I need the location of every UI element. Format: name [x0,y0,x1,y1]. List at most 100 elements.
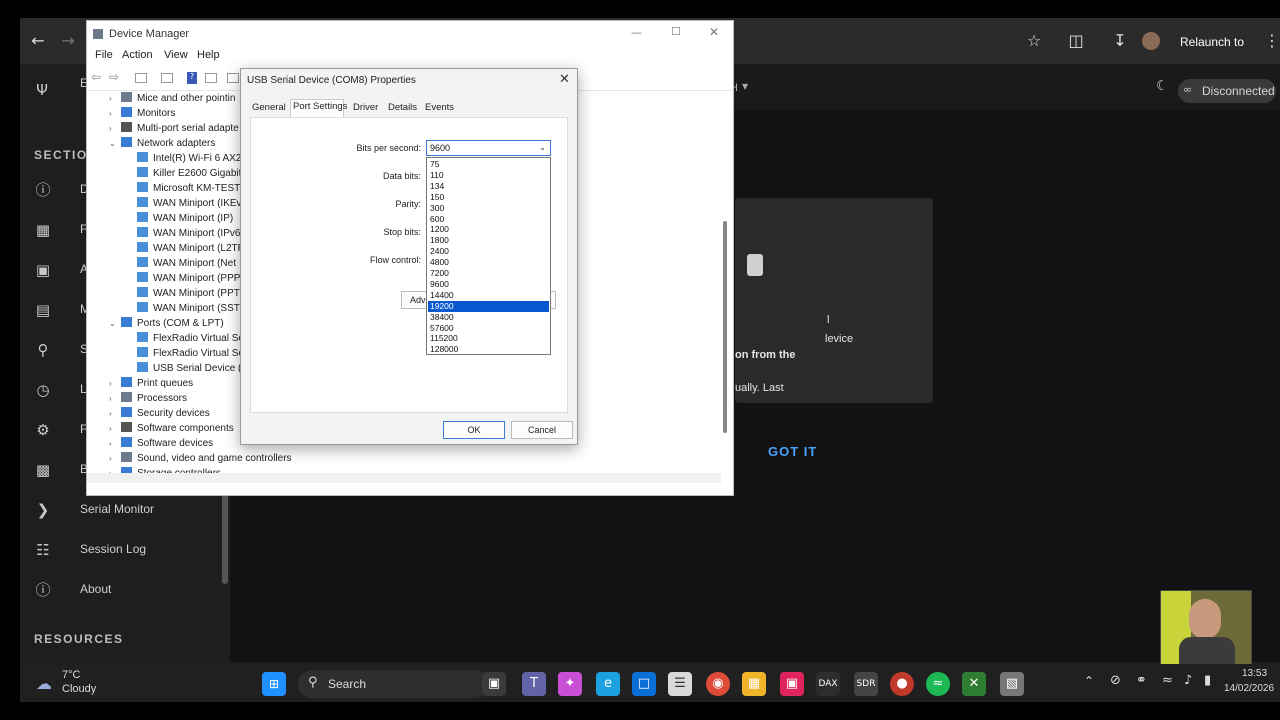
forward-arrow-icon[interactable]: ⇨ [109,70,119,84]
tree-row[interactable]: Microsoft KM-TEST [125,182,240,197]
taskbar-search[interactable]: Search [298,670,488,698]
dax-icon[interactable]: DAX [816,672,840,696]
dialog-close-icon[interactable]: ✕ [559,72,570,87]
forward-icon[interactable]: → [54,27,82,55]
maximize-icon[interactable]: ☐ [671,25,681,38]
bps-option[interactable]: 2400 [428,246,549,257]
connection-status-badge[interactable]: Disconnected [1178,79,1276,103]
bps-option[interactable]: 128000 [428,344,549,355]
ok-button[interactable]: OK [443,421,505,439]
tree-row[interactable]: › Monitors [109,107,175,122]
sdr-icon[interactable]: SDR [854,672,878,696]
notification-off-icon[interactable]: ⊘ [1110,673,1121,688]
device-tree-hscrollbar[interactable] [87,473,721,483]
chevron-down-icon[interactable]: ⌄ [109,319,121,328]
chevron-right-icon[interactable]: › [109,394,121,403]
bps-option[interactable]: 300 [428,203,549,214]
tree-row[interactable]: › Print queues [109,377,193,392]
device-manager-task-icon[interactable]: ▧ [1000,672,1024,696]
sidebar-item[interactable]: Session Log [80,542,146,556]
tree-row[interactable]: WAN Miniport (PPP [125,272,240,287]
menu-view[interactable]: View [164,49,188,61]
menu-help[interactable]: Help [197,49,220,61]
spotify-icon[interactable]: ≈ [926,672,950,696]
tree-row[interactable]: USB Serial Device (C [125,362,249,377]
tab-events[interactable]: Events [425,102,454,113]
tree-row[interactable]: ⌄ Network adapters [109,137,215,152]
got-it-button[interactable]: GOT IT [768,444,817,459]
wifi-icon[interactable]: ≈ [1162,673,1173,688]
bps-option[interactable]: 7200 [428,268,549,279]
menu-action[interactable]: Action [122,49,153,61]
task-view-icon[interactable]: ▣ [482,672,506,696]
tree-row[interactable]: WAN Miniport (IKEv [125,197,242,212]
microphone-icon[interactable]: ⚭ [1136,673,1147,688]
minimize-icon[interactable]: — [631,26,642,39]
bps-option[interactable]: 110 [428,170,549,181]
chevron-right-icon[interactable]: › [109,109,121,118]
bps-option[interactable]: 1200 [428,224,549,235]
chevron-down-icon[interactable]: ⌄ [109,139,121,148]
help-toolbar-icon[interactable]: ? [187,72,197,84]
copilot-icon[interactable]: ✦ [558,672,582,696]
bps-option[interactable]: 19200 [428,300,549,312]
app-icon-green[interactable]: ✕ [962,672,986,696]
tree-row[interactable]: ⌄ Ports (COM & LPT) [109,317,224,332]
chevron-up-icon[interactable]: ⌃ [1084,674,1094,688]
close-icon[interactable]: ✕ [709,25,719,39]
menu-file[interactable]: File [95,49,113,61]
sidebar-item[interactable]: About [80,582,111,596]
bps-option[interactable]: 134 [428,181,549,192]
chevron-right-icon[interactable]: › [109,124,121,133]
windows-start-icon[interactable]: ⊞ [262,672,286,696]
volume-icon[interactable]: ♪ [1184,673,1192,688]
battery-icon[interactable]: ▮ [1204,673,1211,688]
chevron-right-icon[interactable]: › [109,409,121,418]
chevron-right-icon[interactable]: › [109,424,121,433]
app-icon-red[interactable]: ▣ [780,672,804,696]
chrome-icon[interactable]: ◉ [706,672,730,696]
bps-option[interactable]: 600 [428,214,549,225]
download-icon[interactable]: ↧ [1106,27,1134,55]
list-toolbar-icon[interactable] [161,73,173,83]
tree-row[interactable]: › Processors [109,392,187,407]
tree-row[interactable]: WAN Miniport (Net [125,257,236,272]
file-explorer-icon[interactable]: ▦ [742,672,766,696]
tab-details[interactable]: Details [388,102,417,113]
tree-row[interactable]: › Multi-port serial adapte [109,122,239,137]
chevron-right-icon[interactable]: › [109,94,121,103]
tree-row[interactable]: WAN Miniport (IP) [125,212,233,227]
tree-row[interactable]: Intel(R) Wi-Fi 6 AX20 [125,152,247,167]
tree-row[interactable]: › Security devices [109,407,210,422]
chevron-down-icon[interactable]: ⌄ [539,141,546,155]
sidebar-item[interactable]: Serial Monitor [80,502,154,516]
more-icon[interactable]: ⋮ [1264,27,1280,55]
bits-per-second-select[interactable]: 9600 ⌄ [426,140,551,156]
bps-option[interactable]: 4800 [428,257,549,268]
tab-driver[interactable]: Driver [353,102,378,113]
tree-row[interactable]: › Mice and other pointin [109,92,235,107]
tab-port-settings[interactable]: Port Settings [293,101,347,112]
obs-icon[interactable]: ● [890,672,914,696]
chevron-right-icon[interactable]: › [109,379,121,388]
clock-time[interactable]: 13:53 [1242,668,1267,679]
chevron-right-icon[interactable]: › [109,454,121,463]
store-icon[interactable]: □ [632,672,656,696]
tree-row[interactable]: › Sound, video and game controllers [109,452,292,467]
bps-option[interactable]: 115200 [428,333,549,344]
bps-option[interactable]: 57600 [428,323,549,334]
teams-icon[interactable]: T [522,672,546,696]
tree-row[interactable]: WAN Miniport (PPT [125,287,240,302]
tree-row[interactable]: › Software components [109,422,234,437]
star-icon[interactable]: ☆ [1020,27,1048,55]
bps-option[interactable]: 1800 [428,235,549,246]
tree-row[interactable]: WAN Miniport (L2TP [125,242,244,257]
bps-option[interactable]: 150 [428,192,549,203]
moon-icon[interactable]: ☾ [1156,78,1169,94]
weather-icon[interactable]: ☁ [36,674,52,693]
scan-toolbar-icon[interactable] [227,73,239,83]
tree-row[interactable]: FlexRadio Virtual Se [125,347,244,362]
tree-row[interactable]: › Software devices [109,437,213,452]
extensions-icon[interactable]: ◫ [1062,27,1090,55]
tree-row[interactable]: Killer E2600 Gigabit [125,167,241,182]
